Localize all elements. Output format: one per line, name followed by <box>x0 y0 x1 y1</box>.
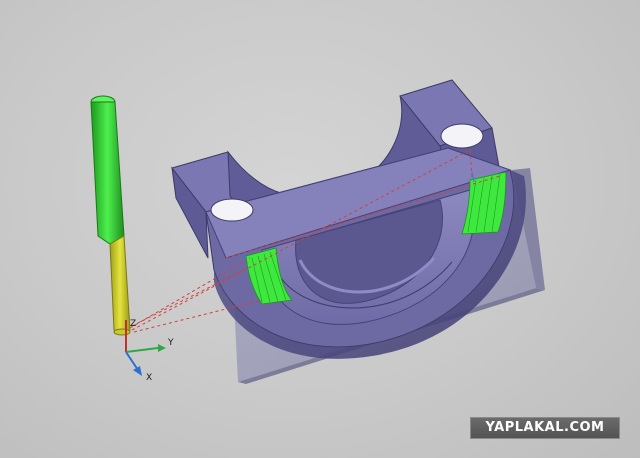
x-axis-arrow <box>133 366 142 376</box>
axis-triad: Z Y X <box>125 319 174 383</box>
scene-canvas[interactable]: Z Y X <box>0 0 640 458</box>
x-axis-line <box>125 351 139 371</box>
end-mill-tool[interactable] <box>90 95 131 336</box>
x-axis-label: X <box>146 373 152 383</box>
y-axis-arrow <box>158 344 166 352</box>
bolt-hole-right <box>440 123 484 149</box>
y-axis-label: Y <box>167 338 174 348</box>
y-axis-line <box>125 347 159 353</box>
watermark-banner: YAPLAKAL.COM <box>470 417 620 439</box>
cam-3d-viewport[interactable]: Z Y X YAPLAKAL.COM <box>0 0 640 458</box>
bolt-hole-left <box>210 198 254 222</box>
z-axis-label: Z <box>130 319 136 329</box>
